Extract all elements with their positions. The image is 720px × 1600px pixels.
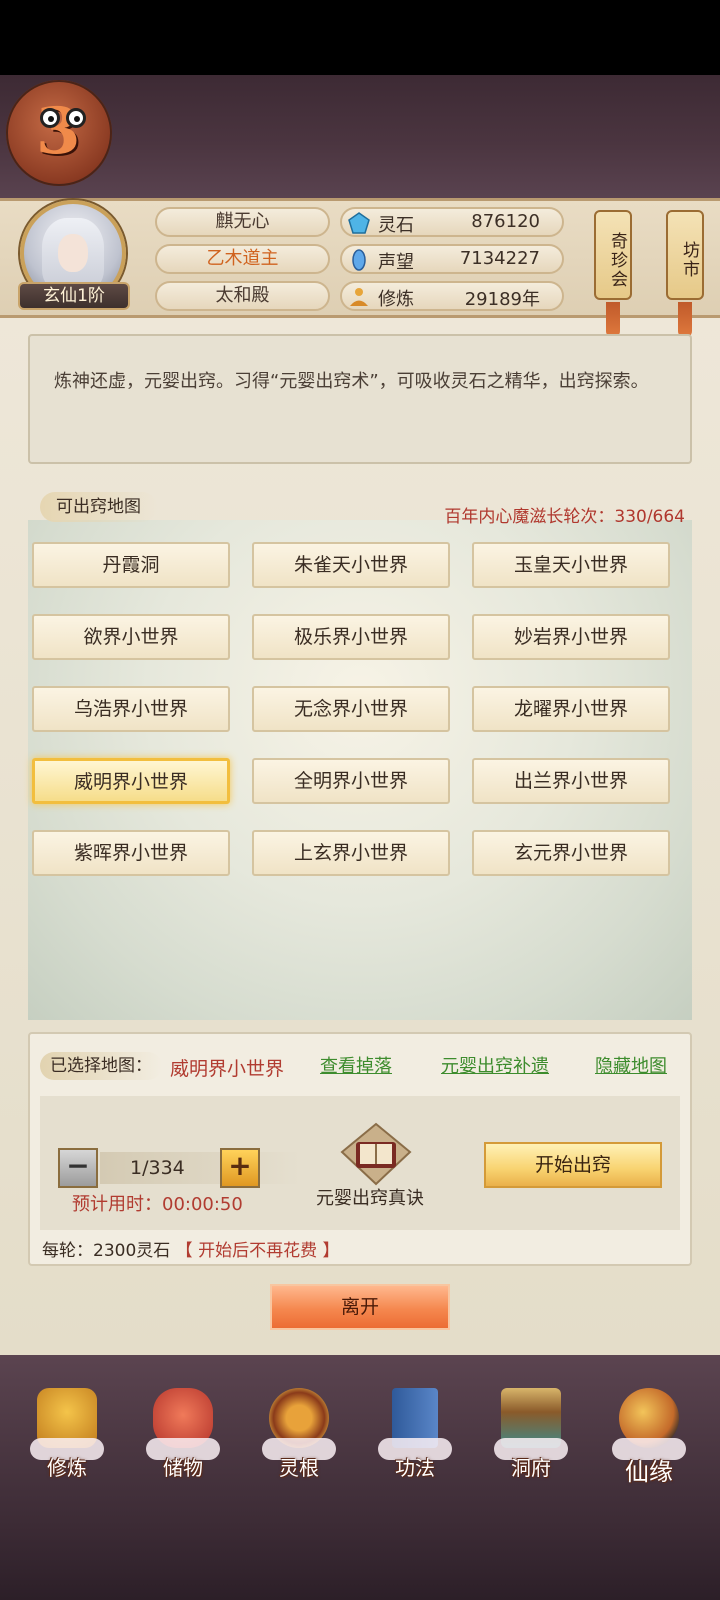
market-button[interactable]: 坊市: [666, 210, 704, 300]
map-button[interactable]: 玉皇天小世界: [472, 542, 670, 588]
round-count-value: 1/334: [100, 1152, 300, 1184]
estimated-time: 预计用时：00:00:50: [72, 1194, 243, 1215]
nav-label: 功法: [395, 1456, 435, 1480]
cost-text: 每轮：2300灵石: [42, 1241, 171, 1261]
nav-label: 储物: [163, 1456, 203, 1480]
tassel-decoration: [678, 302, 692, 338]
cost-per-round: 每轮：2300灵石 【 开始后不再花费 】: [42, 1236, 339, 1261]
map-button[interactable]: 全明界小世界: [252, 758, 450, 804]
hide-map-link[interactable]: 隐藏地图: [595, 1052, 667, 1078]
start-journey-button[interactable]: 开始出窍: [484, 1142, 662, 1188]
decrease-button[interactable]: −: [58, 1148, 98, 1188]
map-button[interactable]: 上玄界小世界: [252, 830, 450, 876]
map-section-label: 可出窍地图: [40, 492, 157, 522]
soul-journey-supplement-link[interactable]: 元婴出窍补遗: [441, 1052, 549, 1078]
nav-fate[interactable]: 仙缘: [604, 1380, 694, 1486]
description-box: 炼神还虚，元婴出窍。习得“元婴出窍术”，可吸收灵石之精华，出窍探索。: [28, 334, 692, 464]
map-button[interactable]: 丹霞洞: [32, 542, 230, 588]
cost-note: 【 开始后不再花费 】: [175, 1241, 340, 1261]
player-name: 麒无心: [155, 207, 330, 237]
nav-cultivate[interactable]: 修炼: [22, 1380, 112, 1480]
logo-eye-icon: [66, 108, 86, 128]
avatar-face: [58, 234, 88, 272]
rank-badge: 玄仙1阶: [18, 282, 130, 310]
stat-value: 7134227: [459, 248, 540, 269]
app-logo[interactable]: 3: [6, 80, 112, 186]
tassel-decoration: [606, 302, 620, 338]
selected-map-value: 威明界小世界: [170, 1058, 285, 1080]
logo-eye-icon: [40, 108, 60, 128]
player-sect: 太和殿: [155, 281, 330, 311]
book-icon[interactable]: [340, 1122, 412, 1186]
map-button[interactable]: 朱雀天小世界: [252, 542, 450, 588]
nav-label: 修炼: [47, 1456, 87, 1480]
nav-spirit-root[interactable]: 灵根: [254, 1380, 344, 1480]
treasure-fair-button[interactable]: 奇珍会: [594, 210, 632, 300]
player-title: 乙木道主: [155, 244, 330, 274]
map-button[interactable]: 紫晖界小世界: [32, 830, 230, 876]
description-text: 炼神还虚，元婴出窍。习得“元婴出窍术”，可吸收灵石之精华，出窍探索。: [54, 371, 649, 392]
stat-label: 修炼: [378, 289, 414, 310]
map-button[interactable]: 玄元界小世界: [472, 830, 670, 876]
map-button[interactable]: 无念界小世界: [252, 686, 450, 732]
map-button[interactable]: 欲界小世界: [32, 614, 230, 660]
stat-value: 29189年: [464, 289, 540, 310]
nav-label: 灵根: [279, 1456, 319, 1480]
increase-button[interactable]: +: [220, 1148, 260, 1188]
map-button[interactable]: 威明界小世界: [32, 758, 230, 804]
nav-label: 洞府: [511, 1456, 551, 1480]
stat-spirit-stone: 灵石 876120: [340, 207, 564, 237]
map-button[interactable]: 妙岩界小世界: [472, 614, 670, 660]
nav-label: 仙缘: [625, 1458, 673, 1486]
stat-label: 声望: [378, 252, 414, 273]
spirit-stone-icon: [348, 212, 370, 234]
stat-label: 灵石: [378, 215, 414, 236]
selected-map-label: 已选择地图：: [40, 1052, 162, 1080]
map-button[interactable]: 乌浩界小世界: [32, 686, 230, 732]
view-drops-link[interactable]: 查看掉落: [320, 1052, 392, 1078]
nav-cave[interactable]: 洞府: [486, 1380, 576, 1480]
nav-techniques[interactable]: 功法: [370, 1380, 460, 1480]
stat-value: 876120: [471, 211, 540, 232]
leave-button[interactable]: 离开: [270, 1284, 450, 1330]
map-button[interactable]: 极乐界小世界: [252, 614, 450, 660]
stat-prestige: 声望 7134227: [340, 244, 564, 274]
book-label: 元婴出窍真诀: [316, 1188, 424, 1209]
map-button[interactable]: 出兰界小世界: [472, 758, 670, 804]
prestige-icon: [352, 249, 366, 271]
status-bar: [0, 0, 720, 75]
cultivation-icon: [350, 288, 368, 306]
nav-storage[interactable]: 储物: [138, 1380, 228, 1480]
demon-round-counter: 百年内心魔滋长轮次：330/664: [444, 507, 685, 527]
logo-glyph: 3: [36, 94, 81, 169]
stat-cultivation: 修炼 29189年: [340, 281, 564, 311]
map-button[interactable]: 龙曜界小世界: [472, 686, 670, 732]
